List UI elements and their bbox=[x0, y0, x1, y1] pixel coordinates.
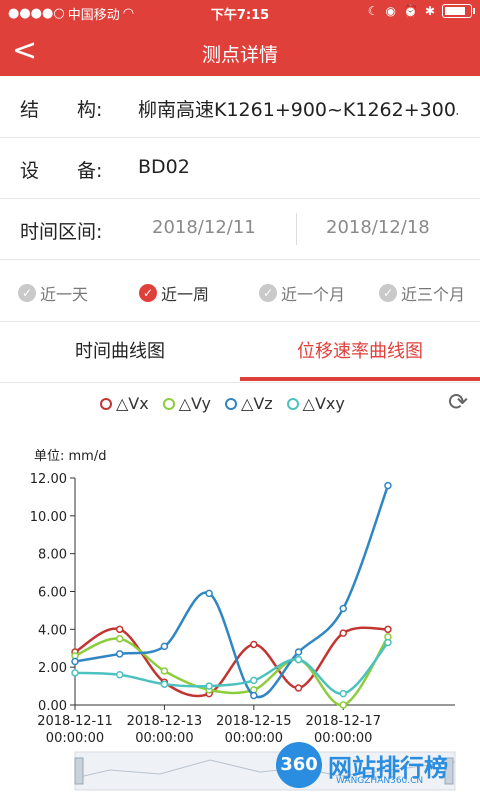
data-point bbox=[339, 689, 347, 698]
x-tick-label-time: 00:00:00 bbox=[225, 731, 283, 746]
x-tick-label-time: 00:00:00 bbox=[46, 731, 104, 746]
data-point bbox=[205, 682, 213, 690]
watermark-logo: 360 网站排行榜 WANGZHAN360.CN bbox=[276, 742, 448, 788]
data-point bbox=[384, 625, 392, 634]
y-tick-label: 10.00 bbox=[30, 510, 67, 525]
x-tick-label-date: 2018-12-15 bbox=[216, 714, 292, 729]
data-point bbox=[71, 657, 79, 666]
data-point bbox=[250, 676, 258, 685]
data-point bbox=[160, 680, 169, 688]
brand-badge: 360 bbox=[276, 742, 322, 788]
brand-sub: WANGZHAN360.CN bbox=[336, 776, 424, 786]
x-tick-label-date: 2018-12-11 bbox=[37, 714, 113, 729]
x-tick-label-time: 00:00:00 bbox=[135, 731, 193, 746]
displacement-rate-chart: 0.00 2.00 4.00 6.00 8.00 10.00 12.00 2018-12-11… bbox=[30, 472, 456, 791]
data-point bbox=[250, 691, 258, 700]
data-point bbox=[205, 589, 213, 598]
data-point bbox=[384, 481, 392, 490]
y-tick-label: 8.00 bbox=[38, 548, 67, 563]
y-tick-label: 6.00 bbox=[38, 586, 67, 601]
data-point bbox=[115, 670, 124, 679]
y-tick-label: 12.00 bbox=[30, 472, 67, 487]
data-point bbox=[294, 684, 303, 692]
data-point bbox=[115, 650, 124, 658]
data-point bbox=[294, 655, 303, 664]
data-point bbox=[294, 648, 303, 656]
data-point bbox=[160, 642, 169, 651]
y-tick-label: 0.00 bbox=[38, 699, 67, 714]
data-point bbox=[384, 638, 392, 647]
data-point bbox=[339, 629, 347, 637]
x-tick-label-date: 2018-12-17 bbox=[305, 714, 381, 729]
data-point bbox=[71, 669, 79, 677]
zoom-handle-left[interactable] bbox=[74, 757, 84, 785]
data-point bbox=[115, 625, 124, 634]
y-tick-label: 2.00 bbox=[38, 661, 67, 676]
data-point bbox=[160, 667, 169, 675]
y-tick-label: 4.00 bbox=[38, 623, 67, 638]
data-point bbox=[115, 635, 124, 643]
x-tick-label-date: 2018-12-13 bbox=[127, 714, 203, 729]
data-point bbox=[339, 701, 347, 709]
data-point bbox=[250, 640, 258, 649]
data-point bbox=[339, 604, 347, 613]
